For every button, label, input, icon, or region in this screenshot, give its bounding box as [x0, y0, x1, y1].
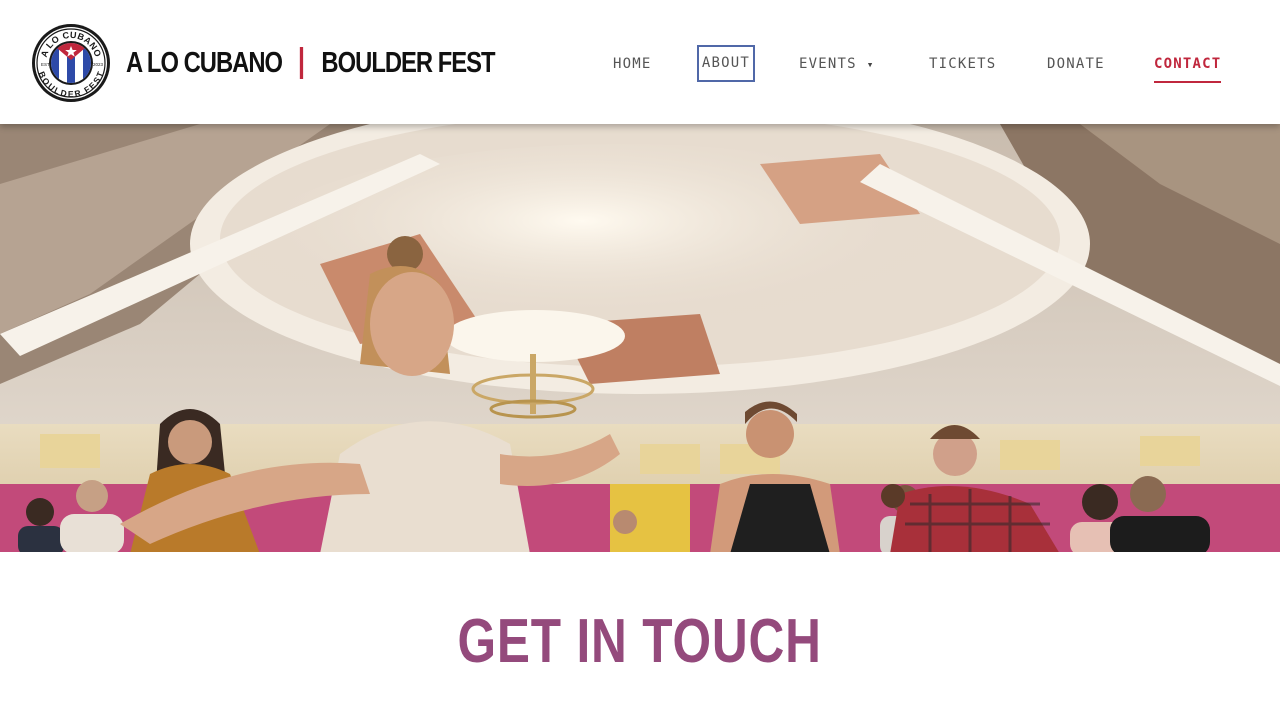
- section-title: GET IN TOUCH: [0, 606, 1280, 677]
- nav-item-home[interactable]: HOME: [613, 45, 652, 83]
- site-header: A LO CUBANO BOULDER FEST EST. 2023 A LO …: [0, 0, 1280, 124]
- nav-item-about[interactable]: ABOUT: [697, 45, 755, 82]
- main-navigation: HOME ABOUT EVENTS ▾ TICKETS DONATE CONTAC…: [0, 45, 1280, 83]
- nav-item-contact[interactable]: CONTACT: [1154, 45, 1222, 83]
- caret-down-icon: ▾: [866, 58, 875, 71]
- ballroom-dance-photo: [0, 124, 1280, 552]
- nav-item-events-label: EVENTS: [799, 56, 857, 72]
- hero-image: [0, 124, 1280, 552]
- nav-item-donate[interactable]: DONATE: [1047, 45, 1105, 83]
- nav-item-tickets[interactable]: TICKETS: [929, 45, 996, 83]
- section-title-text: GET IN TOUCH: [457, 607, 823, 676]
- nav-item-events[interactable]: EVENTS ▾: [799, 45, 875, 83]
